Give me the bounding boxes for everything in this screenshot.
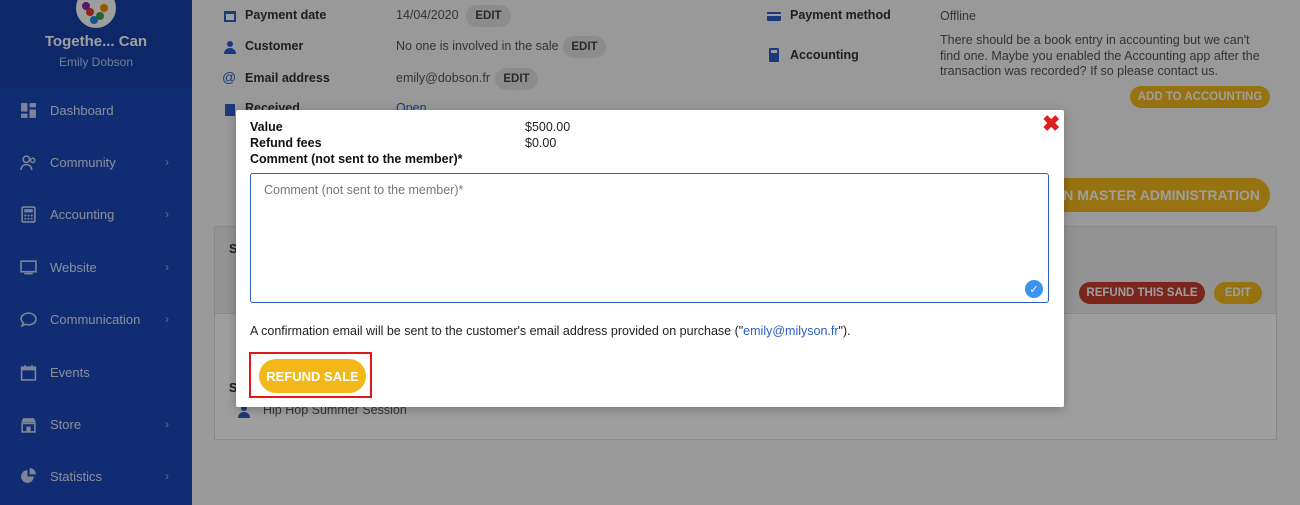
value-amount: $500.00 [525,120,571,134]
comment-textarea[interactable] [250,173,1049,303]
value-label: Value [250,120,283,134]
confirmation-email-link[interactable]: emily@milyson.fr [743,324,838,338]
refund-fees-amount: $0.00 [525,136,557,150]
refund-sale-highlight: REFUND SALE [249,352,372,398]
refund-fees-label: Refund fees [250,136,322,150]
refund-sale-button[interactable]: REFUND SALE [259,359,366,393]
refund-sale-dialog: Value $500.00 Refund fees $0.00 Comment … [236,110,1064,407]
confirmation-text-suffix: "). [838,324,851,338]
confirmation-text-prefix: A confirmation email will be sent to the… [250,324,744,338]
comment-label: Comment (not sent to the member)* [250,152,463,166]
confirmation-note: A confirmation email will be sent to the… [250,324,851,338]
checkmark-icon: ✓ [1025,280,1043,298]
close-icon[interactable]: ✖ [1042,113,1060,135]
